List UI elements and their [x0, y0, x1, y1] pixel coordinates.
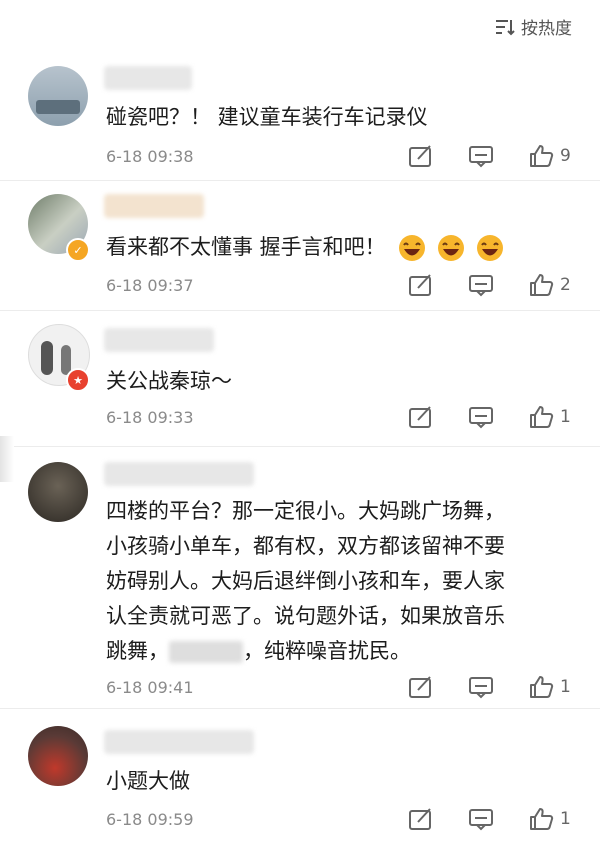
comment-text-fragment: 跳舞， — [106, 639, 169, 663]
sort-by-heat-toggle[interactable]: 按热度 — [495, 14, 572, 39]
laughing-face-icon — [399, 235, 426, 261]
comment-actions: 1 — [408, 675, 572, 699]
like-count: 1 — [560, 677, 571, 697]
username-redacted[interactable] — [104, 328, 214, 352]
thumbs-up-icon — [530, 274, 554, 296]
avatar[interactable] — [28, 462, 88, 522]
comment-text-line: 妨碍别人。大妈后退绊倒小孩和车，要人家 — [106, 569, 505, 593]
repost-icon[interactable] — [408, 405, 434, 429]
comment-item: 四楼的平台？那一定很小。大妈跳广场舞， 小孩骑小单车，都有权，双方都该留神不要 … — [0, 446, 600, 709]
sort-label: 按热度 — [521, 19, 572, 39]
thumbs-up-icon — [530, 676, 554, 698]
like-button[interactable]: 1 — [528, 675, 572, 699]
comment-time: 6-18 09:33 — [106, 408, 194, 427]
reply-icon[interactable] — [468, 675, 494, 699]
comment-text: 小题大做 — [106, 769, 190, 793]
username-redacted[interactable] — [104, 66, 192, 90]
vip-badge-icon: ★ — [66, 368, 90, 392]
comment-actions: 2 — [408, 273, 572, 297]
comment-text-content: 看来都不太懂事 握手言和吧！ — [106, 235, 386, 259]
thumbs-up-icon — [530, 145, 554, 167]
redacted-text — [169, 641, 243, 663]
comment-time: 6-18 09:41 — [106, 678, 194, 697]
like-count: 9 — [560, 146, 571, 166]
repost-icon[interactable] — [408, 675, 434, 699]
comment-text: 看来都不太懂事 握手言和吧！ — [106, 230, 574, 265]
comment-text: 四楼的平台？那一定很小。大妈跳广场舞， 小孩骑小单车，都有权，双方都该留神不要 … — [106, 494, 574, 669]
comment-actions: 1 — [408, 405, 572, 429]
comment-text-line: 跳舞， ，纯粹噪音扰民。 — [106, 634, 574, 669]
reply-icon[interactable] — [468, 144, 494, 168]
comment-text-line: 小孩骑小单车，都有权，双方都该留神不要 — [106, 534, 505, 558]
comment-actions: 1 — [408, 807, 572, 831]
username-redacted[interactable] — [104, 194, 204, 218]
comment-item: 碰瓷吧？！ 建议童车装行车记录仪 6-18 09:38 9 — [0, 52, 600, 181]
like-button[interactable]: 9 — [528, 144, 572, 168]
repost-icon[interactable] — [408, 144, 434, 168]
like-count: 1 — [560, 809, 571, 829]
repost-icon[interactable] — [408, 807, 434, 831]
like-button[interactable]: 1 — [528, 807, 572, 831]
sort-icon — [496, 19, 515, 35]
repost-icon[interactable] — [408, 273, 434, 297]
avatar[interactable] — [28, 66, 88, 126]
like-count: 2 — [560, 275, 571, 295]
comment-text-line: 四楼的平台？那一定很小。大妈跳广场舞， — [106, 499, 505, 523]
comment-item: 小题大做 6-18 09:59 1 — [0, 708, 600, 844]
reply-icon[interactable] — [468, 807, 494, 831]
like-count: 1 — [560, 407, 571, 427]
reply-icon[interactable] — [468, 405, 494, 429]
comment-text-fragment: ，纯粹噪音扰民。 — [243, 639, 411, 663]
laughing-face-icon — [438, 235, 465, 261]
comment-text: 碰瓷吧？！ 建议童车装行车记录仪 — [106, 105, 428, 129]
like-button[interactable]: 1 — [528, 405, 572, 429]
avatar[interactable] — [28, 726, 88, 786]
verified-badge-icon: ✓ — [66, 238, 90, 262]
comment-time: 6-18 09:37 — [106, 276, 194, 295]
laughing-face-icon — [476, 235, 503, 261]
thumbs-up-icon — [530, 406, 554, 428]
comment-time: 6-18 09:59 — [106, 810, 194, 829]
username-redacted[interactable] — [104, 730, 254, 754]
comment-time: 6-18 09:38 — [106, 147, 194, 166]
comment-text: 关公战秦琼～ — [106, 369, 232, 393]
thumbs-up-icon — [530, 808, 554, 830]
comment-item: ★ 关公战秦琼～ 6-18 09:33 1 — [0, 310, 600, 447]
username-redacted[interactable] — [104, 462, 254, 486]
comment-text-line: 认全责就可恶了。说句题外话，如果放音乐 — [106, 604, 505, 628]
reply-icon[interactable] — [468, 273, 494, 297]
comment-actions: 9 — [408, 144, 572, 168]
like-button[interactable]: 2 — [528, 273, 572, 297]
comment-item: ✓ 看来都不太懂事 握手言和吧！ 6-18 09:37 2 — [0, 180, 600, 311]
